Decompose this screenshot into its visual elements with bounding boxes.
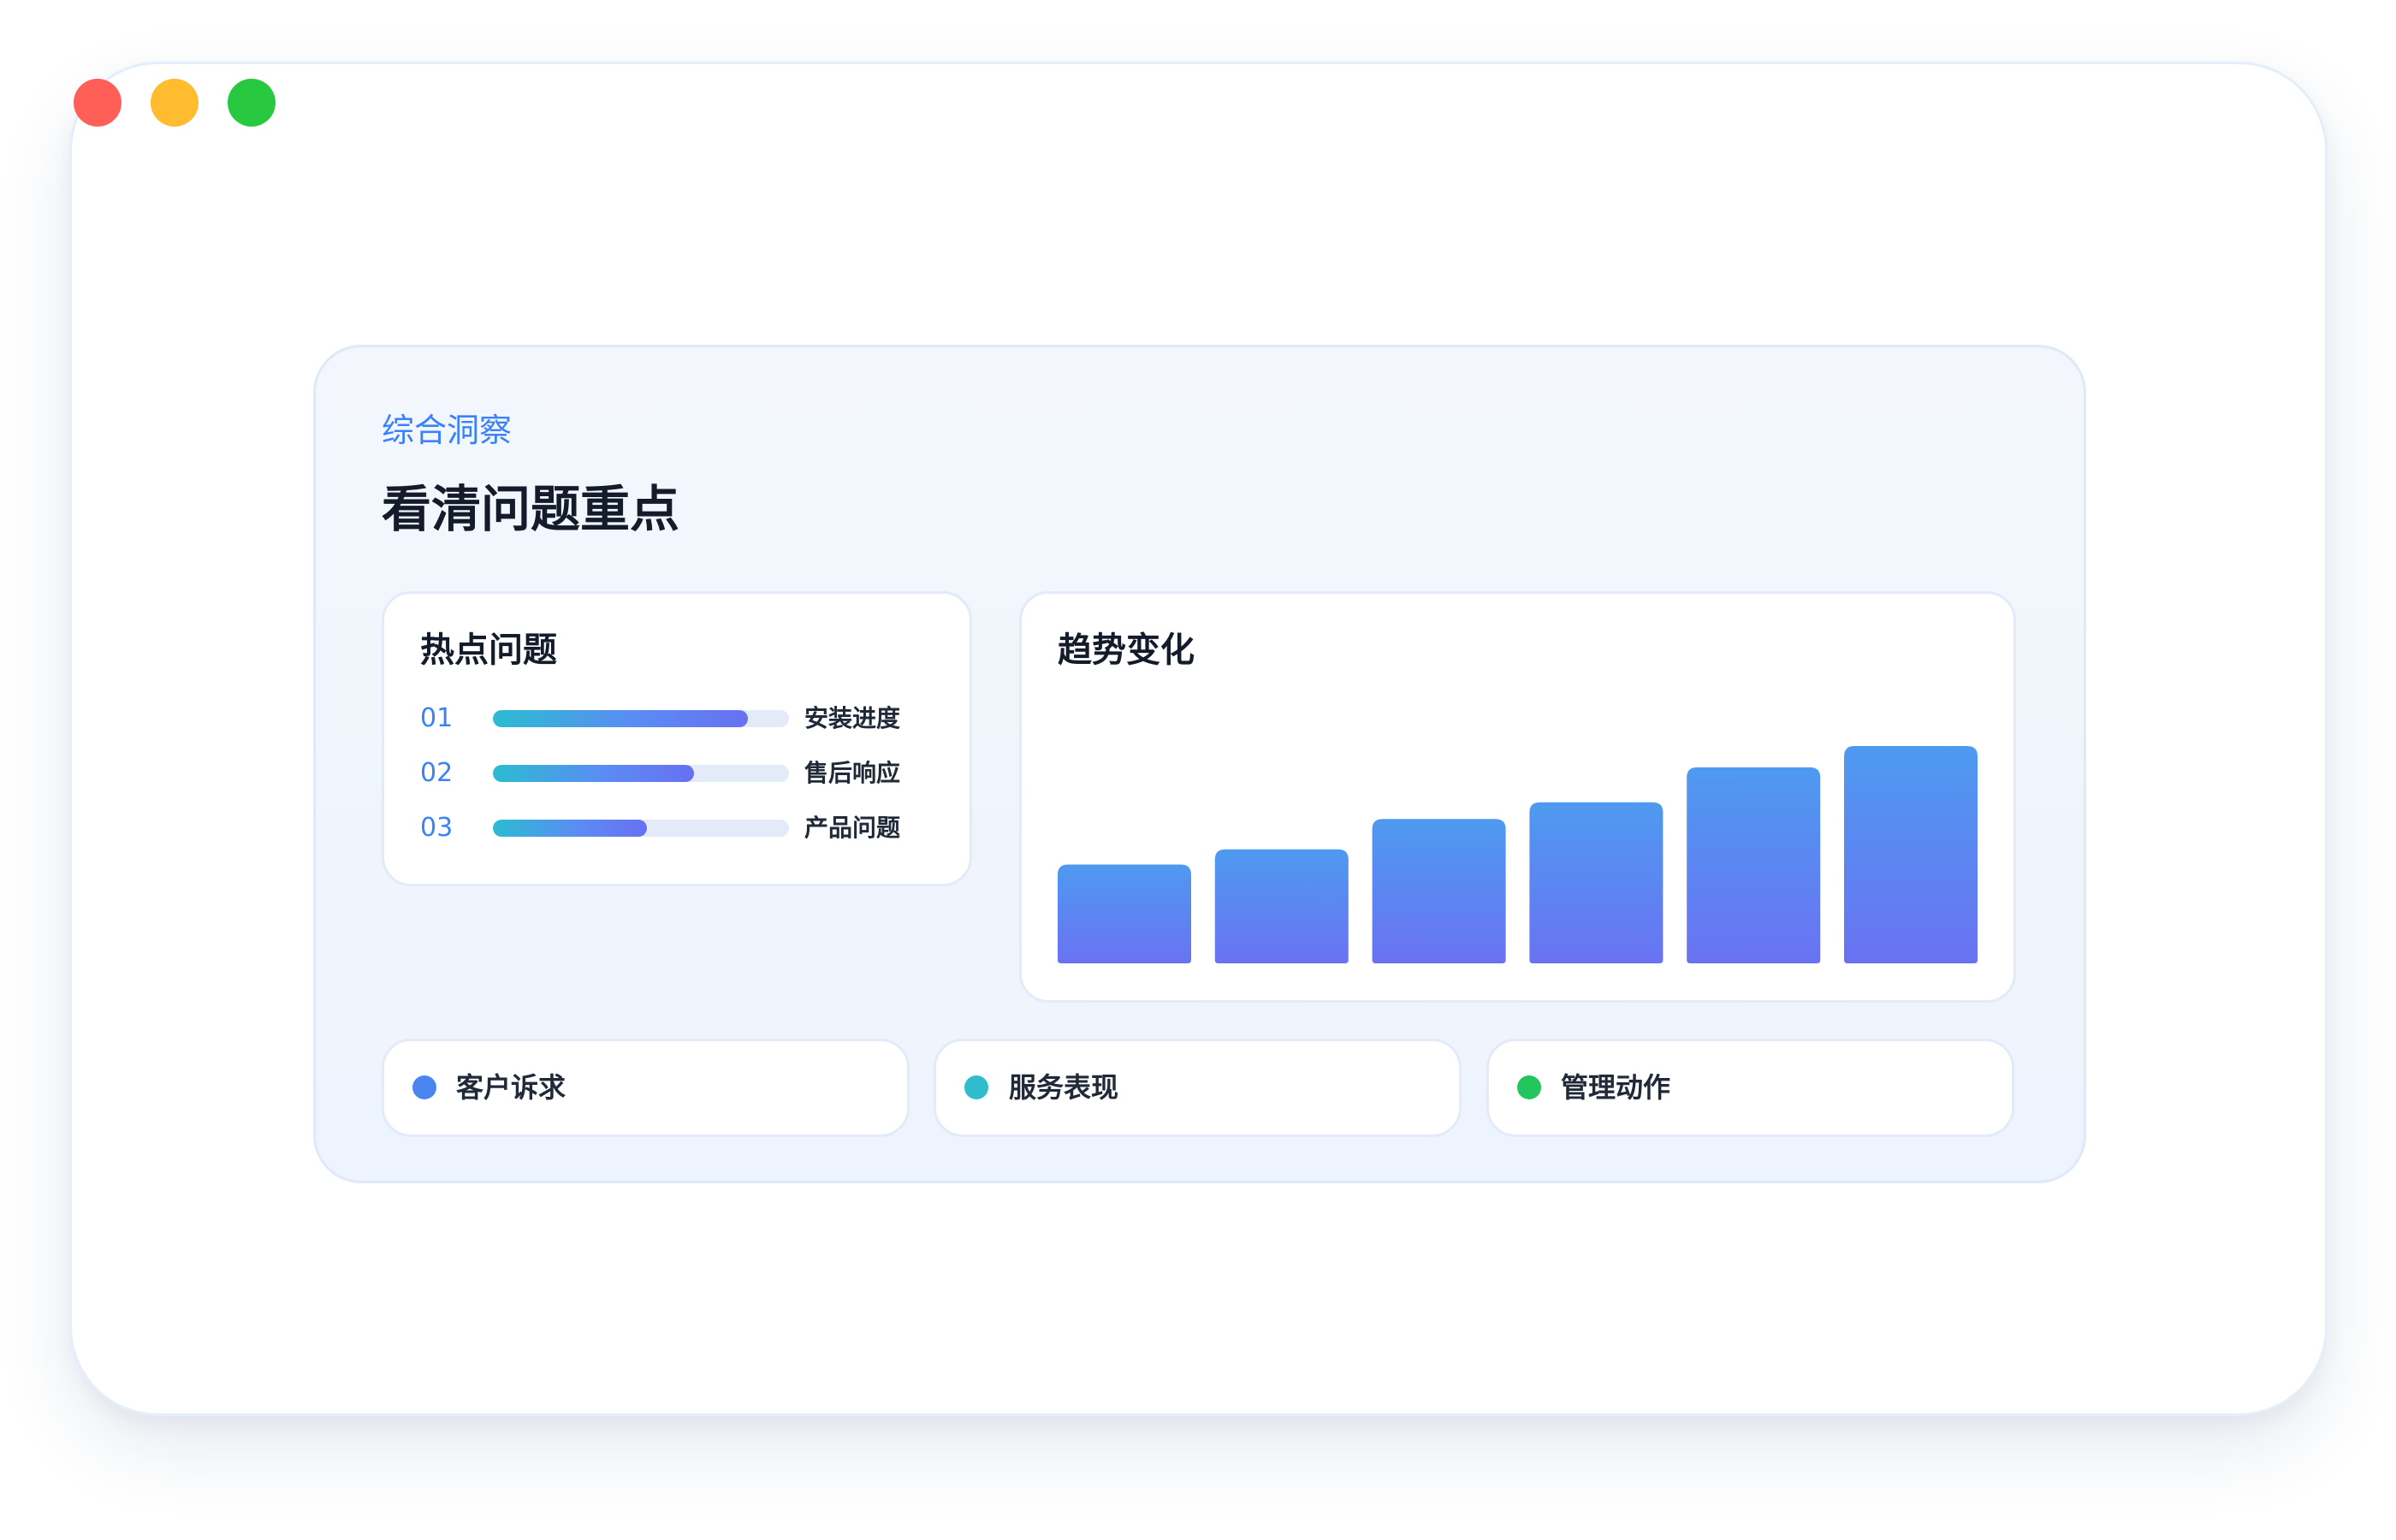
minimize-window-button[interactable] [151, 79, 199, 127]
issue-progress-fill-1 [493, 710, 748, 727]
tag-dot-service-performance [964, 1075, 988, 1099]
issue-progress-track-3 [493, 820, 789, 837]
insight-eyebrow: 综合洞察 [382, 412, 513, 449]
issue-progress-fill-2 [493, 765, 695, 782]
issue-rank-2: 02 [420, 758, 454, 788]
tag-label-management-actions: 管理动作 [1561, 1071, 1671, 1104]
tag-label-service-performance: 服务表现 [1009, 1071, 1119, 1104]
trend-bar-3 [1372, 819, 1506, 963]
trend-bar-chart [1058, 746, 1978, 963]
issue-label-2: 售后响应 [804, 759, 901, 787]
trend-bar-1 [1058, 864, 1191, 963]
trend-bar-6 [1844, 746, 1978, 963]
issue-rank-1: 01 [420, 703, 454, 733]
issue-label-1: 安装进度 [804, 704, 901, 732]
tag-label-customer-demand: 客户诉求 [456, 1071, 566, 1104]
tag-dot-customer-demand [412, 1075, 436, 1099]
issue-label-3: 产品问题 [804, 814, 901, 842]
issue-progress-track-1 [493, 710, 789, 727]
trend-bar-4 [1529, 802, 1664, 963]
trend-bar-5 [1687, 767, 1821, 963]
issue-progress-track-2 [493, 765, 789, 782]
trend-bar-2 [1214, 849, 1349, 963]
insight-headline: 看清问题重点 [382, 480, 680, 538]
hot-issues-title: 热点问题 [420, 631, 557, 670]
close-window-button[interactable] [74, 79, 122, 127]
maximize-window-button[interactable] [228, 79, 276, 127]
issue-progress-fill-3 [493, 820, 647, 837]
tag-dot-management-actions [1517, 1075, 1541, 1099]
issue-rank-3: 03 [420, 813, 454, 843]
trend-title: 趋势变化 [1058, 631, 1195, 670]
